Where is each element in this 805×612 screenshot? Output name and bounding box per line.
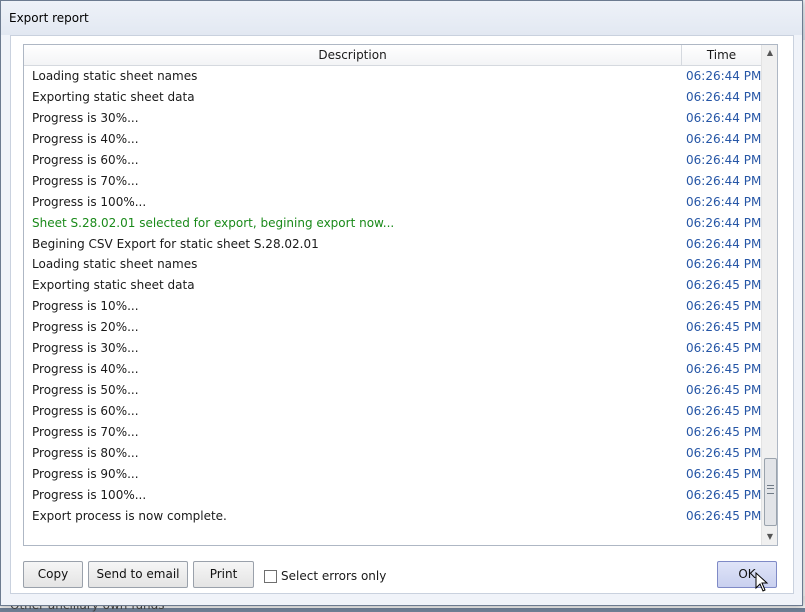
log-description: Progress is 70%... — [32, 173, 139, 188]
copy-button[interactable]: Copy — [23, 561, 83, 588]
log-time: 06:26:44 PM — [686, 69, 762, 83]
select-errors-label[interactable]: Select errors only — [281, 569, 386, 583]
log-description: Progress is 60%... — [32, 152, 139, 167]
log-time: 06:26:44 PM — [686, 110, 762, 125]
log-row[interactable]: Exporting static sheet data 06:26:44 PM — [24, 87, 761, 108]
log-row[interactable]: Progress is 60%... 06:26:45 PM — [24, 401, 761, 422]
log-description: Progress is 60%... — [32, 404, 139, 418]
log-time: 06:26:45 PM — [686, 424, 762, 439]
log-time: 06:26:45 PM — [686, 508, 762, 523]
log-description: Progress is 90%... — [32, 466, 139, 481]
log-row[interactable]: Sheet S.28.02.01 selected for export, be… — [24, 213, 761, 234]
log-description: Progress is 40%... — [32, 362, 139, 377]
log-row[interactable]: Progress is 10%... 06:26:45 PM — [24, 296, 761, 317]
log-description: Progress is 30%... — [32, 110, 139, 125]
log-time: 06:26:45 PM — [686, 487, 762, 502]
log-row[interactable]: Progress is 30%... 06:26:44 PM — [24, 108, 761, 129]
log-time: 06:26:44 PM — [686, 152, 762, 167]
log-time: 06:26:45 PM — [686, 341, 762, 356]
vertical-scrollbar[interactable]: ▲ ▼ — [761, 45, 777, 545]
log-description: Progress is 100%... — [32, 194, 147, 209]
log-description: Progress is 70%... — [32, 424, 139, 439]
print-button[interactable]: Print — [193, 561, 254, 588]
log-description: Loading static sheet names — [32, 257, 198, 272]
log-row[interactable]: Exporting static sheet data 06:26:45 PM — [24, 275, 761, 296]
log-description: Progress is 80%... — [32, 445, 139, 460]
log-description: Progress is 10%... — [32, 299, 139, 314]
scrollbar-thumb[interactable] — [764, 458, 777, 526]
log-row[interactable]: Progress is 60%... 06:26:44 PM — [24, 150, 761, 171]
export-report-dialog: Export report Description Time Loading s… — [0, 0, 803, 606]
log-time: 06:26:45 PM — [686, 466, 762, 481]
dialog-content: Description Time Loading static sheet na… — [10, 35, 794, 594]
log-time: 06:26:45 PM — [686, 362, 762, 377]
log-time: 06:26:44 PM — [686, 89, 762, 104]
log-description: Exporting static sheet data — [32, 89, 195, 104]
log-row[interactable]: Progress is 100%... 06:26:44 PM — [24, 192, 761, 213]
log-description: Progress is 100%... — [32, 487, 147, 502]
log-row[interactable]: Progress is 40%... 06:26:45 PM — [24, 359, 761, 380]
log-row[interactable]: Progress is 40%... 06:26:44 PM — [24, 129, 761, 150]
log-time: 06:26:44 PM — [686, 194, 762, 209]
log-time: 06:26:45 PM — [686, 404, 762, 418]
log-time: 06:26:45 PM — [686, 445, 762, 460]
log-time: 06:26:45 PM — [686, 320, 762, 335]
log-row[interactable]: Loading static sheet names 06:26:44 PM — [24, 254, 761, 275]
export-log-list[interactable]: Description Time Loading static sheet na… — [23, 44, 778, 546]
log-header: Description Time — [24, 45, 761, 66]
log-row[interactable]: Begining CSV Export for static sheet S.2… — [24, 234, 761, 255]
log-time: 06:26:44 PM — [686, 131, 762, 146]
scroll-up-arrow-icon[interactable]: ▲ — [762, 45, 777, 61]
send-to-email-button[interactable]: Send to email — [88, 561, 188, 588]
log-description: Loading static sheet names — [32, 69, 198, 83]
log-row[interactable]: Progress is 70%... 06:26:44 PM — [24, 171, 761, 192]
log-time: 06:26:45 PM — [686, 278, 762, 293]
log-row[interactable]: Loading static sheet names 06:26:44 PM — [24, 66, 761, 87]
log-description: Begining CSV Export for static sheet S.2… — [32, 236, 319, 251]
log-time: 06:26:45 PM — [686, 299, 762, 314]
log-row[interactable]: Export process is now complete. 06:26:45 … — [24, 506, 761, 527]
log-row[interactable]: Progress is 50%... 06:26:45 PM — [24, 380, 761, 401]
column-header-time[interactable]: Time — [682, 45, 761, 65]
log-description: Progress is 20%... — [32, 320, 139, 335]
column-header-description[interactable]: Description — [24, 45, 682, 65]
log-row[interactable]: Progress is 20%... 06:26:45 PM — [24, 317, 761, 338]
log-description: Progress is 40%... — [32, 131, 139, 146]
log-time: 06:26:45 PM — [686, 383, 762, 398]
log-row[interactable]: Progress is 30%... 06:26:45 PM — [24, 338, 761, 359]
mouse-pointer-icon — [755, 572, 769, 592]
log-time: 06:26:44 PM — [686, 173, 762, 188]
scroll-down-arrow-icon[interactable]: ▼ — [762, 529, 777, 545]
log-description: Exporting static sheet data — [32, 278, 195, 293]
log-row[interactable]: Progress is 70%... 06:26:45 PM — [24, 422, 761, 443]
log-time: 06:26:44 PM — [686, 257, 762, 272]
log-description: Progress is 30%... — [32, 341, 139, 356]
log-row[interactable]: Progress is 90%... 06:26:45 PM — [24, 464, 761, 485]
select-errors-checkbox[interactable] — [264, 570, 277, 583]
log-description: Export process is now complete. — [32, 508, 227, 523]
log-description: Progress is 50%... — [32, 383, 139, 398]
log-rows: Loading static sheet names 06:26:44 PM Exp… — [24, 66, 761, 527]
scrollbar-grip-icon — [767, 485, 774, 494]
log-time: 06:26:44 PM — [686, 215, 762, 230]
log-row[interactable]: Progress is 100%... 06:26:45 PM — [24, 485, 761, 506]
log-row[interactable]: Progress is 80%... 06:26:45 PM — [24, 443, 761, 464]
dialog-title: Export report — [1, 1, 802, 35]
log-time: 06:26:44 PM — [686, 236, 762, 251]
log-description: Sheet S.28.02.01 selected for export, be… — [32, 215, 395, 230]
